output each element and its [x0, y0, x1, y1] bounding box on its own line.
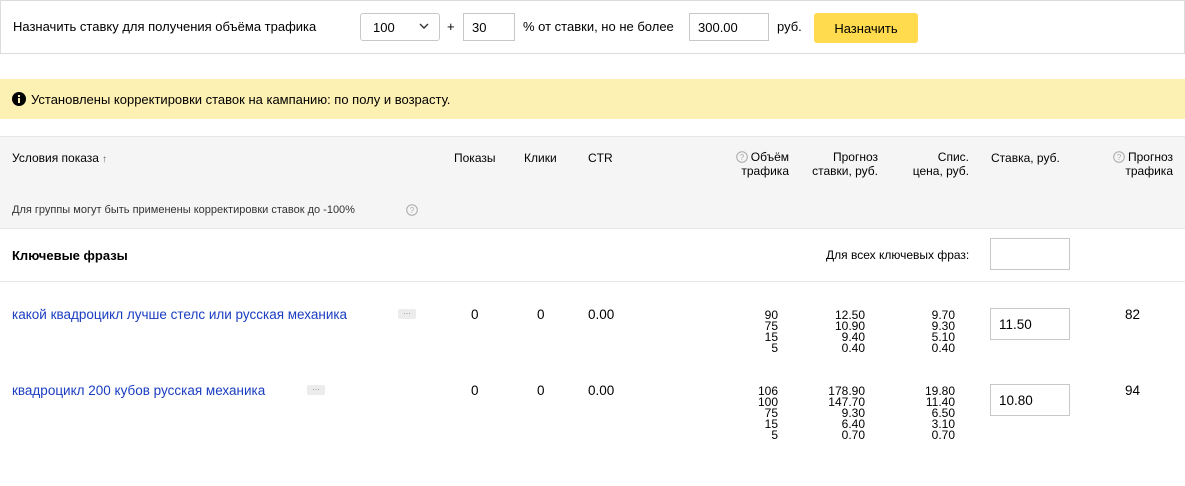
all-keywords-bid-input[interactable]	[990, 238, 1070, 270]
traffic-volume-list: 90 75 15 5	[740, 309, 778, 355]
impressions-value: 0	[471, 383, 479, 398]
charge-price-value: 0.40	[931, 341, 955, 355]
max-bid-input[interactable]	[689, 13, 769, 41]
bid-forecast-list: 178.90 147.70 9.30 6.40 0.70	[810, 385, 865, 442]
keywords-section-header: Ключевые фразы Для всех ключевых фраз:	[0, 229, 1185, 282]
info-icon	[12, 92, 26, 106]
all-keywords-label: Для всех ключевых фраз:	[826, 248, 970, 262]
question-icon[interactable]: ?	[1113, 151, 1125, 163]
table-row: квадроцикл 200 кубов русская механика ..…	[0, 358, 1185, 486]
question-icon[interactable]: ?	[406, 204, 418, 216]
column-impressions[interactable]: Показы	[454, 151, 495, 165]
traffic-volume-list: 106 100 75 15 5	[740, 385, 778, 442]
traffic-forecast-value: 82	[1124, 307, 1140, 322]
keywords-table: Условия показа ↑ Показы Клики CTR ? Объём …	[0, 136, 1185, 486]
traffic-forecast-label-1: Прогноз	[1127, 150, 1173, 164]
traffic-volume-select[interactable]: 100	[360, 13, 440, 41]
ctr-value: 0.00	[588, 307, 615, 322]
bid-forecast-value: 0.40	[841, 341, 865, 355]
clicks-value: 0	[537, 307, 545, 322]
ctr-value: 0.00	[588, 383, 615, 398]
traffic-volume-label-2: трафика	[741, 164, 789, 178]
group-note-text: Для группы могут быть применены корректи…	[12, 204, 355, 216]
bid-input[interactable]	[990, 308, 1070, 340]
more-options-button[interactable]: ...	[398, 307, 416, 319]
traffic-forecast-value: 94	[1124, 383, 1140, 398]
charge-price-list: 9.70 9.30 5.10 0.40	[905, 309, 955, 355]
percent-text: % от ставки, но не более	[523, 19, 674, 34]
bid-toolbar: Назначить ставку для получения объёма тр…	[0, 0, 1185, 54]
impressions-value: 0	[471, 307, 479, 322]
column-bid-forecast[interactable]: Прогноз ставки, руб.	[790, 150, 878, 178]
plus-sign: +	[447, 19, 455, 34]
bid-input[interactable]	[990, 384, 1070, 416]
column-traffic-forecast[interactable]: ? Прогноз трафика	[1080, 150, 1173, 178]
keyword-link[interactable]: квадроцикл 200 кубов русская механика	[12, 383, 265, 398]
assign-button[interactable]: Назначить	[814, 13, 918, 43]
column-bid[interactable]: Ставка, руб.	[991, 151, 1060, 165]
currency-label: руб.	[777, 19, 802, 34]
column-conditions[interactable]: Условия показа ↑	[12, 151, 107, 167]
svg-text:?: ?	[410, 206, 415, 215]
traffic-volume-label-1: Объём	[750, 150, 789, 164]
keyword-link[interactable]: какой квадроцикл лучше стелс или русская…	[12, 307, 347, 322]
table-row: какой квадроцикл лучше стелс или русская…	[0, 282, 1185, 358]
clicks-value: 0	[537, 383, 545, 398]
charge-price-label-2: цена, руб.	[912, 164, 969, 178]
column-conditions-label: Условия показа	[12, 151, 99, 165]
charge-price-value: 0.70	[931, 428, 955, 442]
bid-forecast-value: 0.70	[841, 428, 865, 442]
chevron-down-icon	[419, 23, 429, 29]
table-header: Условия показа ↑ Показы Клики CTR ? Объём …	[0, 136, 1185, 192]
keywords-title: Ключевые фразы	[12, 248, 128, 263]
bid-forecast-label-2: ставки, руб.	[812, 164, 878, 178]
traffic-volume-value: 5	[771, 428, 778, 442]
group-adjustment-note: Для группы могут быть применены корректи…	[0, 191, 1185, 229]
bid-forecast-label-1: Прогноз	[832, 150, 878, 164]
column-charge-price[interactable]: Спис. цена, руб.	[890, 150, 969, 178]
toolbar-label: Назначить ставку для получения объёма тр…	[13, 19, 317, 34]
charge-price-list: 19.80 11.40 6.50 3.10 0.70	[905, 385, 955, 442]
more-options-button[interactable]: ...	[307, 383, 325, 395]
column-traffic-volume[interactable]: ? Объём трафика	[700, 150, 789, 178]
svg-text:?: ?	[740, 153, 745, 162]
bid-forecast-list: 12.50 10.90 9.40 0.40	[810, 309, 865, 355]
question-icon[interactable]: ?	[735, 151, 748, 163]
sort-arrow-icon: ↑	[101, 154, 107, 165]
charge-price-label-1: Спис.	[937, 150, 969, 164]
bid-adjustments-notice: Установлены корректировки ставок на камп…	[0, 79, 1185, 119]
traffic-volume-value: 5	[771, 341, 778, 355]
column-clicks[interactable]: Клики	[524, 151, 557, 165]
percent-input[interactable]	[463, 13, 515, 41]
svg-text:?: ?	[1117, 153, 1122, 162]
traffic-volume-select-value: 100	[373, 20, 395, 35]
column-ctr[interactable]: CTR	[588, 151, 613, 165]
traffic-forecast-label-2: трафика	[1125, 164, 1173, 178]
notice-text: Установлены корректировки ставок на камп…	[31, 92, 451, 107]
